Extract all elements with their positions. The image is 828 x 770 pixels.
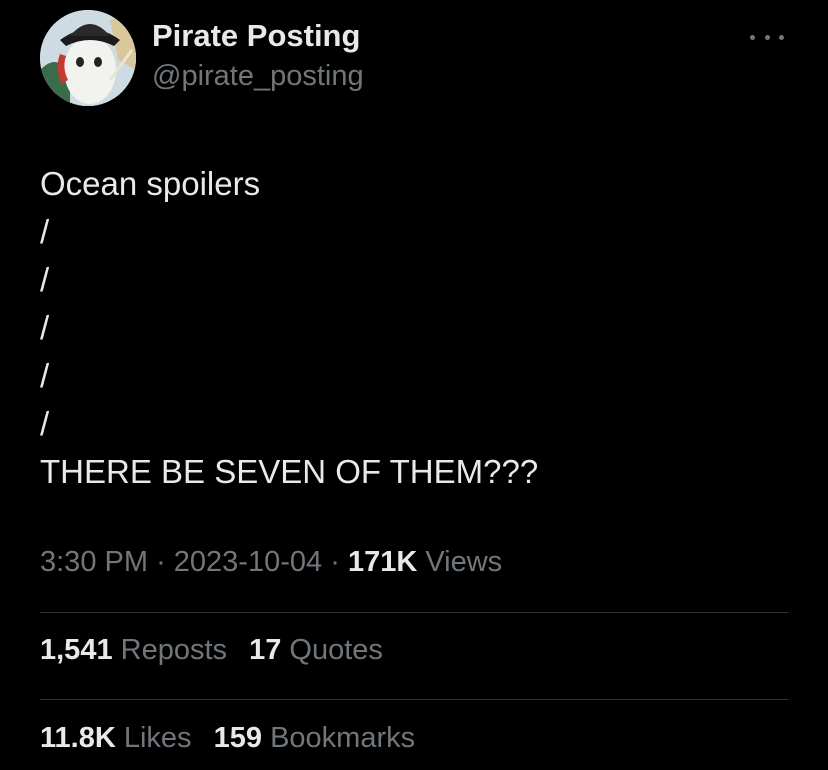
tweet-line: /	[40, 405, 50, 442]
avatar[interactable]	[40, 10, 136, 106]
tweet-line: Ocean spoilers	[40, 165, 261, 202]
engagement-row-reposts: 1,541 Reposts 17 Quotes	[40, 634, 397, 667]
tweet-line: /	[40, 213, 50, 250]
tweet-header: Pirate Posting @pirate_posting	[40, 8, 788, 108]
quotes-count: 17	[249, 634, 282, 666]
avatar-image	[40, 10, 136, 106]
bookmarks-label: Bookmarks	[270, 722, 416, 754]
reposts-label: Reposts	[120, 634, 228, 666]
author-handle[interactable]: @pirate_posting	[152, 60, 364, 93]
quotes-stat[interactable]: 17 Quotes	[249, 634, 383, 666]
tweet-line: /	[40, 357, 50, 394]
meta-separator: ·	[330, 546, 340, 578]
likes-count: 11.8K	[40, 722, 116, 754]
more-dot	[750, 34, 755, 40]
views-label: Views	[425, 546, 503, 578]
more-dot	[764, 34, 770, 40]
divider	[40, 699, 788, 700]
tweet-line: /	[40, 261, 50, 298]
engagement-row-likes: 11.8K Likes 159 Bookmarks	[40, 722, 429, 755]
bookmarks-stat[interactable]: 159 Bookmarks	[214, 722, 416, 754]
more-horizontal-icon[interactable]	[750, 30, 784, 44]
tweet-time[interactable]: 3:30 PM	[40, 546, 148, 578]
meta-separator: ·	[156, 546, 166, 578]
likes-label: Likes	[123, 722, 192, 754]
tweet-meta: 3:30 PM · 2023-10-04 · 171K Views	[40, 546, 502, 579]
likes-stat[interactable]: 11.8K Likes	[40, 722, 200, 754]
tweet-line: /	[40, 309, 50, 346]
tweet-line: THERE BE SEVEN OF THEM???	[40, 453, 539, 490]
bookmarks-count: 159	[213, 722, 263, 754]
author-name[interactable]: Pirate Posting	[152, 18, 360, 54]
quotes-label: Quotes	[289, 634, 383, 666]
views-count: 171K	[347, 546, 418, 578]
tweet-text: Ocean spoilers / / / / / THERE BE SEVEN …	[40, 160, 780, 496]
reposts-stat[interactable]: 1,541 Reposts	[40, 634, 235, 666]
more-dot	[779, 34, 784, 40]
divider	[40, 612, 788, 613]
tweet-date[interactable]: 2023-10-04	[174, 546, 322, 578]
reposts-count: 1,541	[40, 634, 113, 666]
